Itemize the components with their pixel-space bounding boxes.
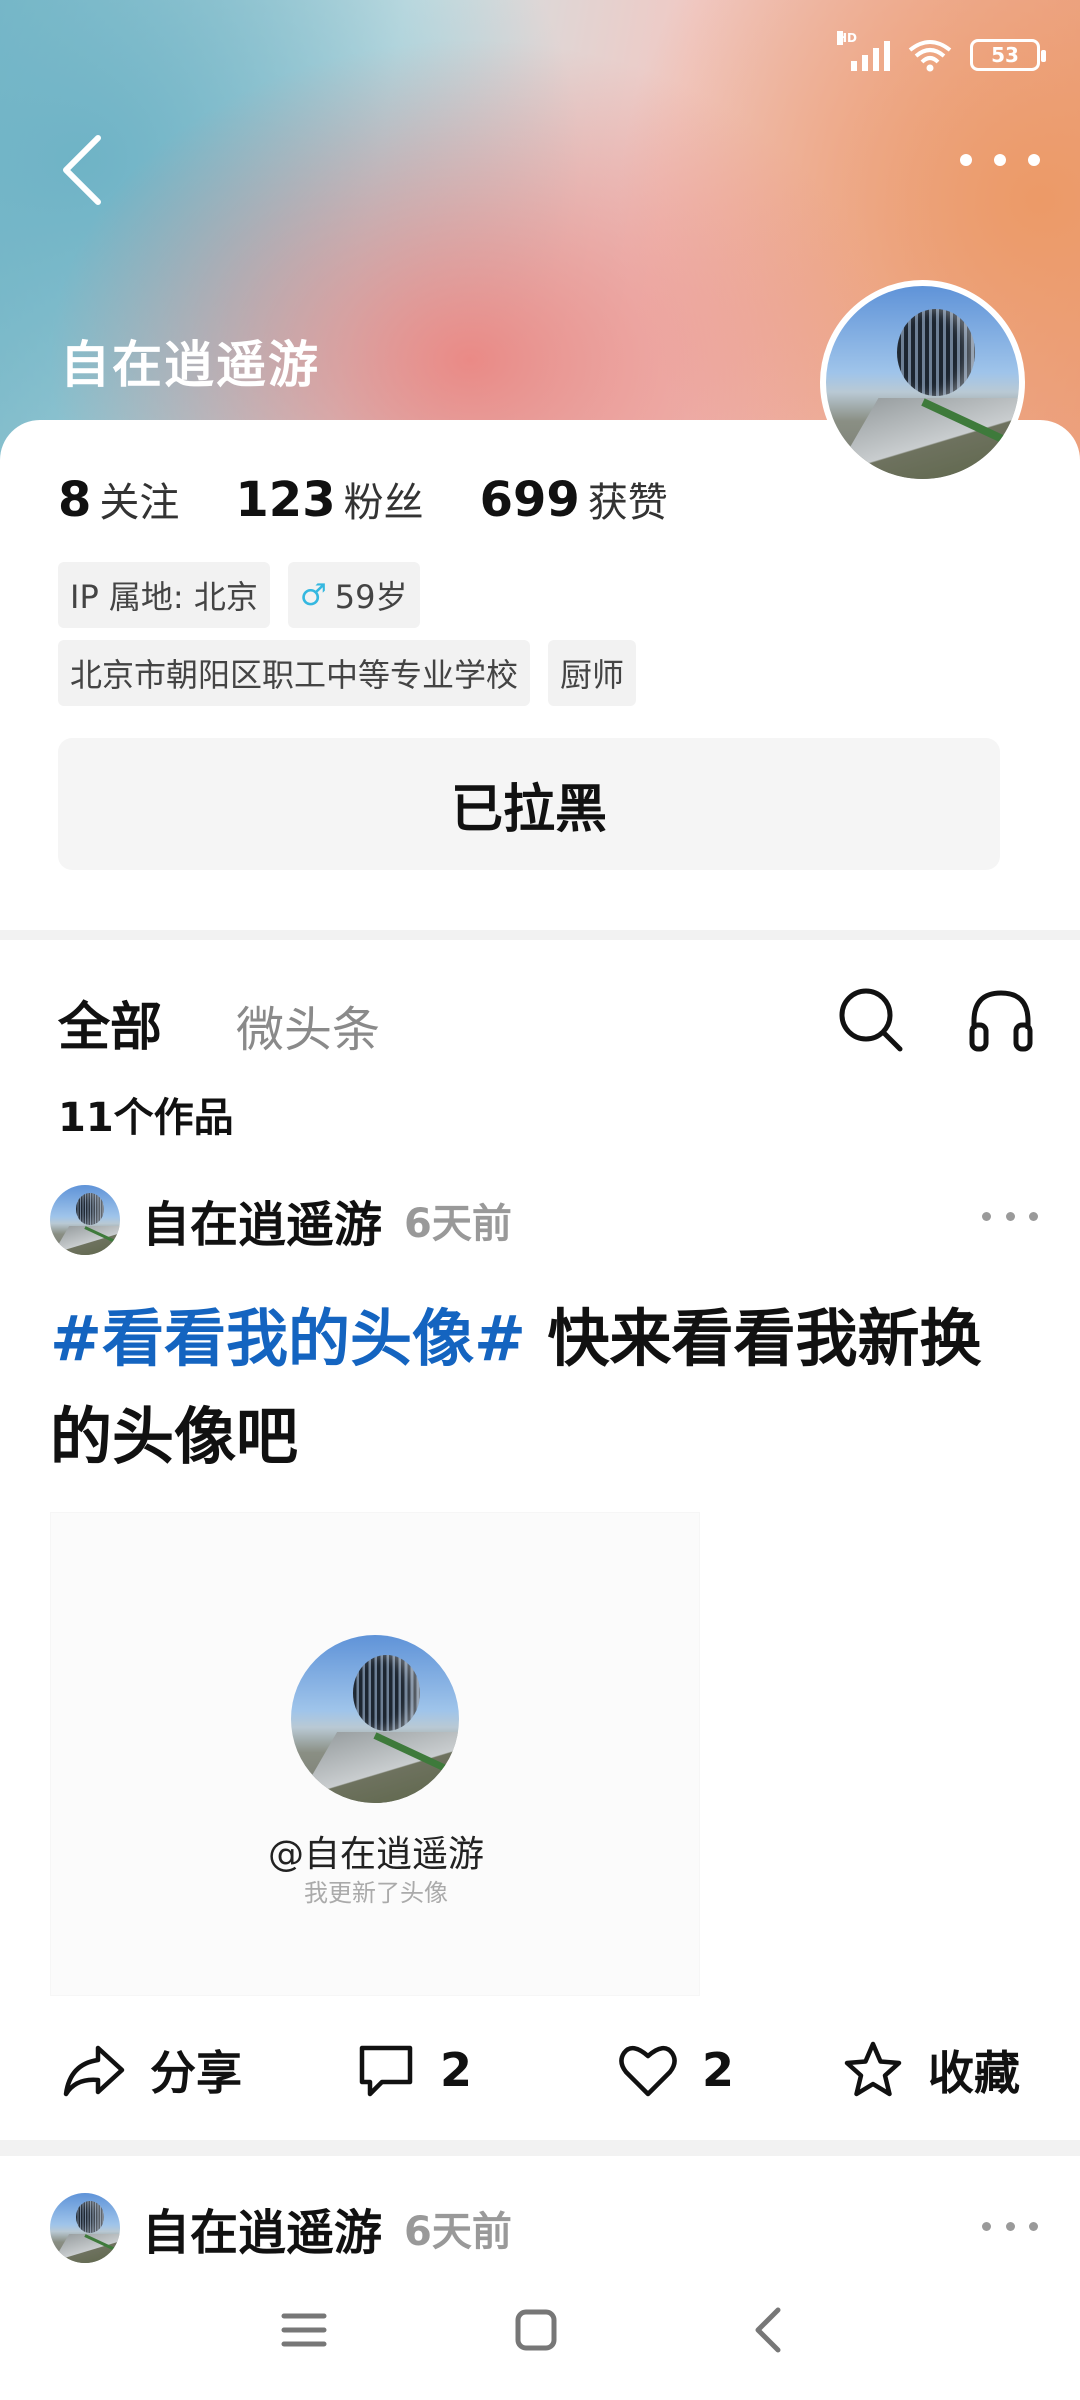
post-header: 自在逍遥游 6天前 xyxy=(50,2188,512,2268)
status-bar: HD 53 xyxy=(837,30,1046,80)
post-more-icon[interactable] xyxy=(982,2222,1038,2236)
following-count: 8 xyxy=(58,472,92,528)
blocked-button[interactable]: 已拉黑 xyxy=(58,738,1000,870)
battery-icon: 53 xyxy=(970,39,1046,71)
post-author-avatar[interactable] xyxy=(50,1185,120,1255)
following-label: 关注 xyxy=(99,480,180,526)
system-nav-bar xyxy=(0,2280,1080,2380)
male-icon: ♂ xyxy=(299,577,327,613)
post-time: 6天前 xyxy=(404,1201,512,1247)
more-options-icon[interactable] xyxy=(960,140,1040,180)
like-count: 2 xyxy=(702,2043,735,2097)
school-tag: 北京市朝阳区职工中等专业学校 xyxy=(58,640,531,706)
network-type: HD xyxy=(837,31,858,45)
comment-count: 2 xyxy=(440,2043,473,2097)
age-label: 59岁 xyxy=(334,578,408,616)
ip-location-tag: IP 属地: 北京 xyxy=(58,562,270,628)
post-actions: 分享 2 2 收藏 xyxy=(0,2030,1080,2110)
like-button[interactable]: 2 xyxy=(618,2030,734,2110)
battery-level: 53 xyxy=(991,43,1019,67)
profile-tags-row-1: IP 属地: 北京 ♂ 59岁 xyxy=(58,562,420,628)
post-more-icon[interactable] xyxy=(982,1212,1038,1226)
heart-icon xyxy=(619,2046,677,2097)
likes-label: 获赞 xyxy=(587,480,668,526)
share-label: 分享 xyxy=(150,2046,242,2100)
works-count: 11个作品 xyxy=(58,1095,234,1141)
post-image-name: @自在逍遥游 xyxy=(267,1834,484,1875)
favorite-button[interactable]: 收藏 xyxy=(842,2030,1020,2110)
post-header: 自在逍遥游 6天前 xyxy=(50,1180,512,1260)
share-icon xyxy=(63,2045,125,2097)
following-stat[interactable]: 8 关注 xyxy=(58,470,179,528)
search-icon[interactable] xyxy=(836,985,906,1055)
headphones-icon[interactable] xyxy=(966,985,1036,1055)
age-tag: ♂ 59岁 xyxy=(287,562,420,628)
likes-stat[interactable]: 699 获赞 xyxy=(480,470,668,528)
followers-count: 123 xyxy=(235,472,336,528)
post-image[interactable]: @自在逍遥游 我更新了头像 xyxy=(50,1512,700,1996)
wifi-icon xyxy=(908,40,952,72)
share-button[interactable]: 分享 xyxy=(62,2030,242,2110)
post-divider xyxy=(0,2140,1080,2156)
signal-icon: HD xyxy=(837,31,890,71)
tab-all[interactable]: 全部 xyxy=(58,985,162,1060)
likes-count: 699 xyxy=(479,472,580,528)
followers-label: 粉丝 xyxy=(343,480,424,526)
back-arrow-icon[interactable] xyxy=(56,130,116,210)
comment-icon xyxy=(359,2045,413,2097)
post-time: 6天前 xyxy=(404,2209,512,2255)
post-image-subtitle: 我更新了头像 xyxy=(304,1879,448,1907)
post-hashtag[interactable]: #看看我的头像# xyxy=(50,1302,526,1375)
avatar[interactable] xyxy=(820,280,1025,485)
menu-icon[interactable] xyxy=(274,2300,334,2360)
post-image-avatar xyxy=(291,1635,459,1803)
profile-stats: 8 关注 123 粉丝 699 获赞 xyxy=(58,470,668,528)
tab-weitoutiao[interactable]: 微头条 xyxy=(236,990,380,1060)
home-icon[interactable] xyxy=(506,2300,566,2360)
post-author-avatar[interactable] xyxy=(50,2193,120,2263)
profile-tags-row-2: 北京市朝阳区职工中等专业学校 厨师 xyxy=(58,640,637,706)
star-icon xyxy=(844,2041,902,2097)
profile-name: 自在逍遥游 xyxy=(60,336,320,394)
profile-card: 8 关注 123 粉丝 699 获赞 IP 属地: 北京 ♂ 59岁 北京市朝阳… xyxy=(0,420,1080,930)
post-author[interactable]: 自在逍遥游 xyxy=(142,2193,382,2263)
post-text[interactable]: #看看我的头像# 快来看看我新换的头像吧 xyxy=(50,1290,1030,1486)
comment-button[interactable]: 2 xyxy=(356,2030,472,2110)
post-author[interactable]: 自在逍遥游 xyxy=(142,1185,382,1255)
favorite-label: 收藏 xyxy=(928,2046,1020,2100)
back-icon[interactable] xyxy=(740,2300,800,2360)
occupation-tag: 厨师 xyxy=(548,640,637,706)
followers-stat[interactable]: 123 粉丝 xyxy=(235,470,423,528)
